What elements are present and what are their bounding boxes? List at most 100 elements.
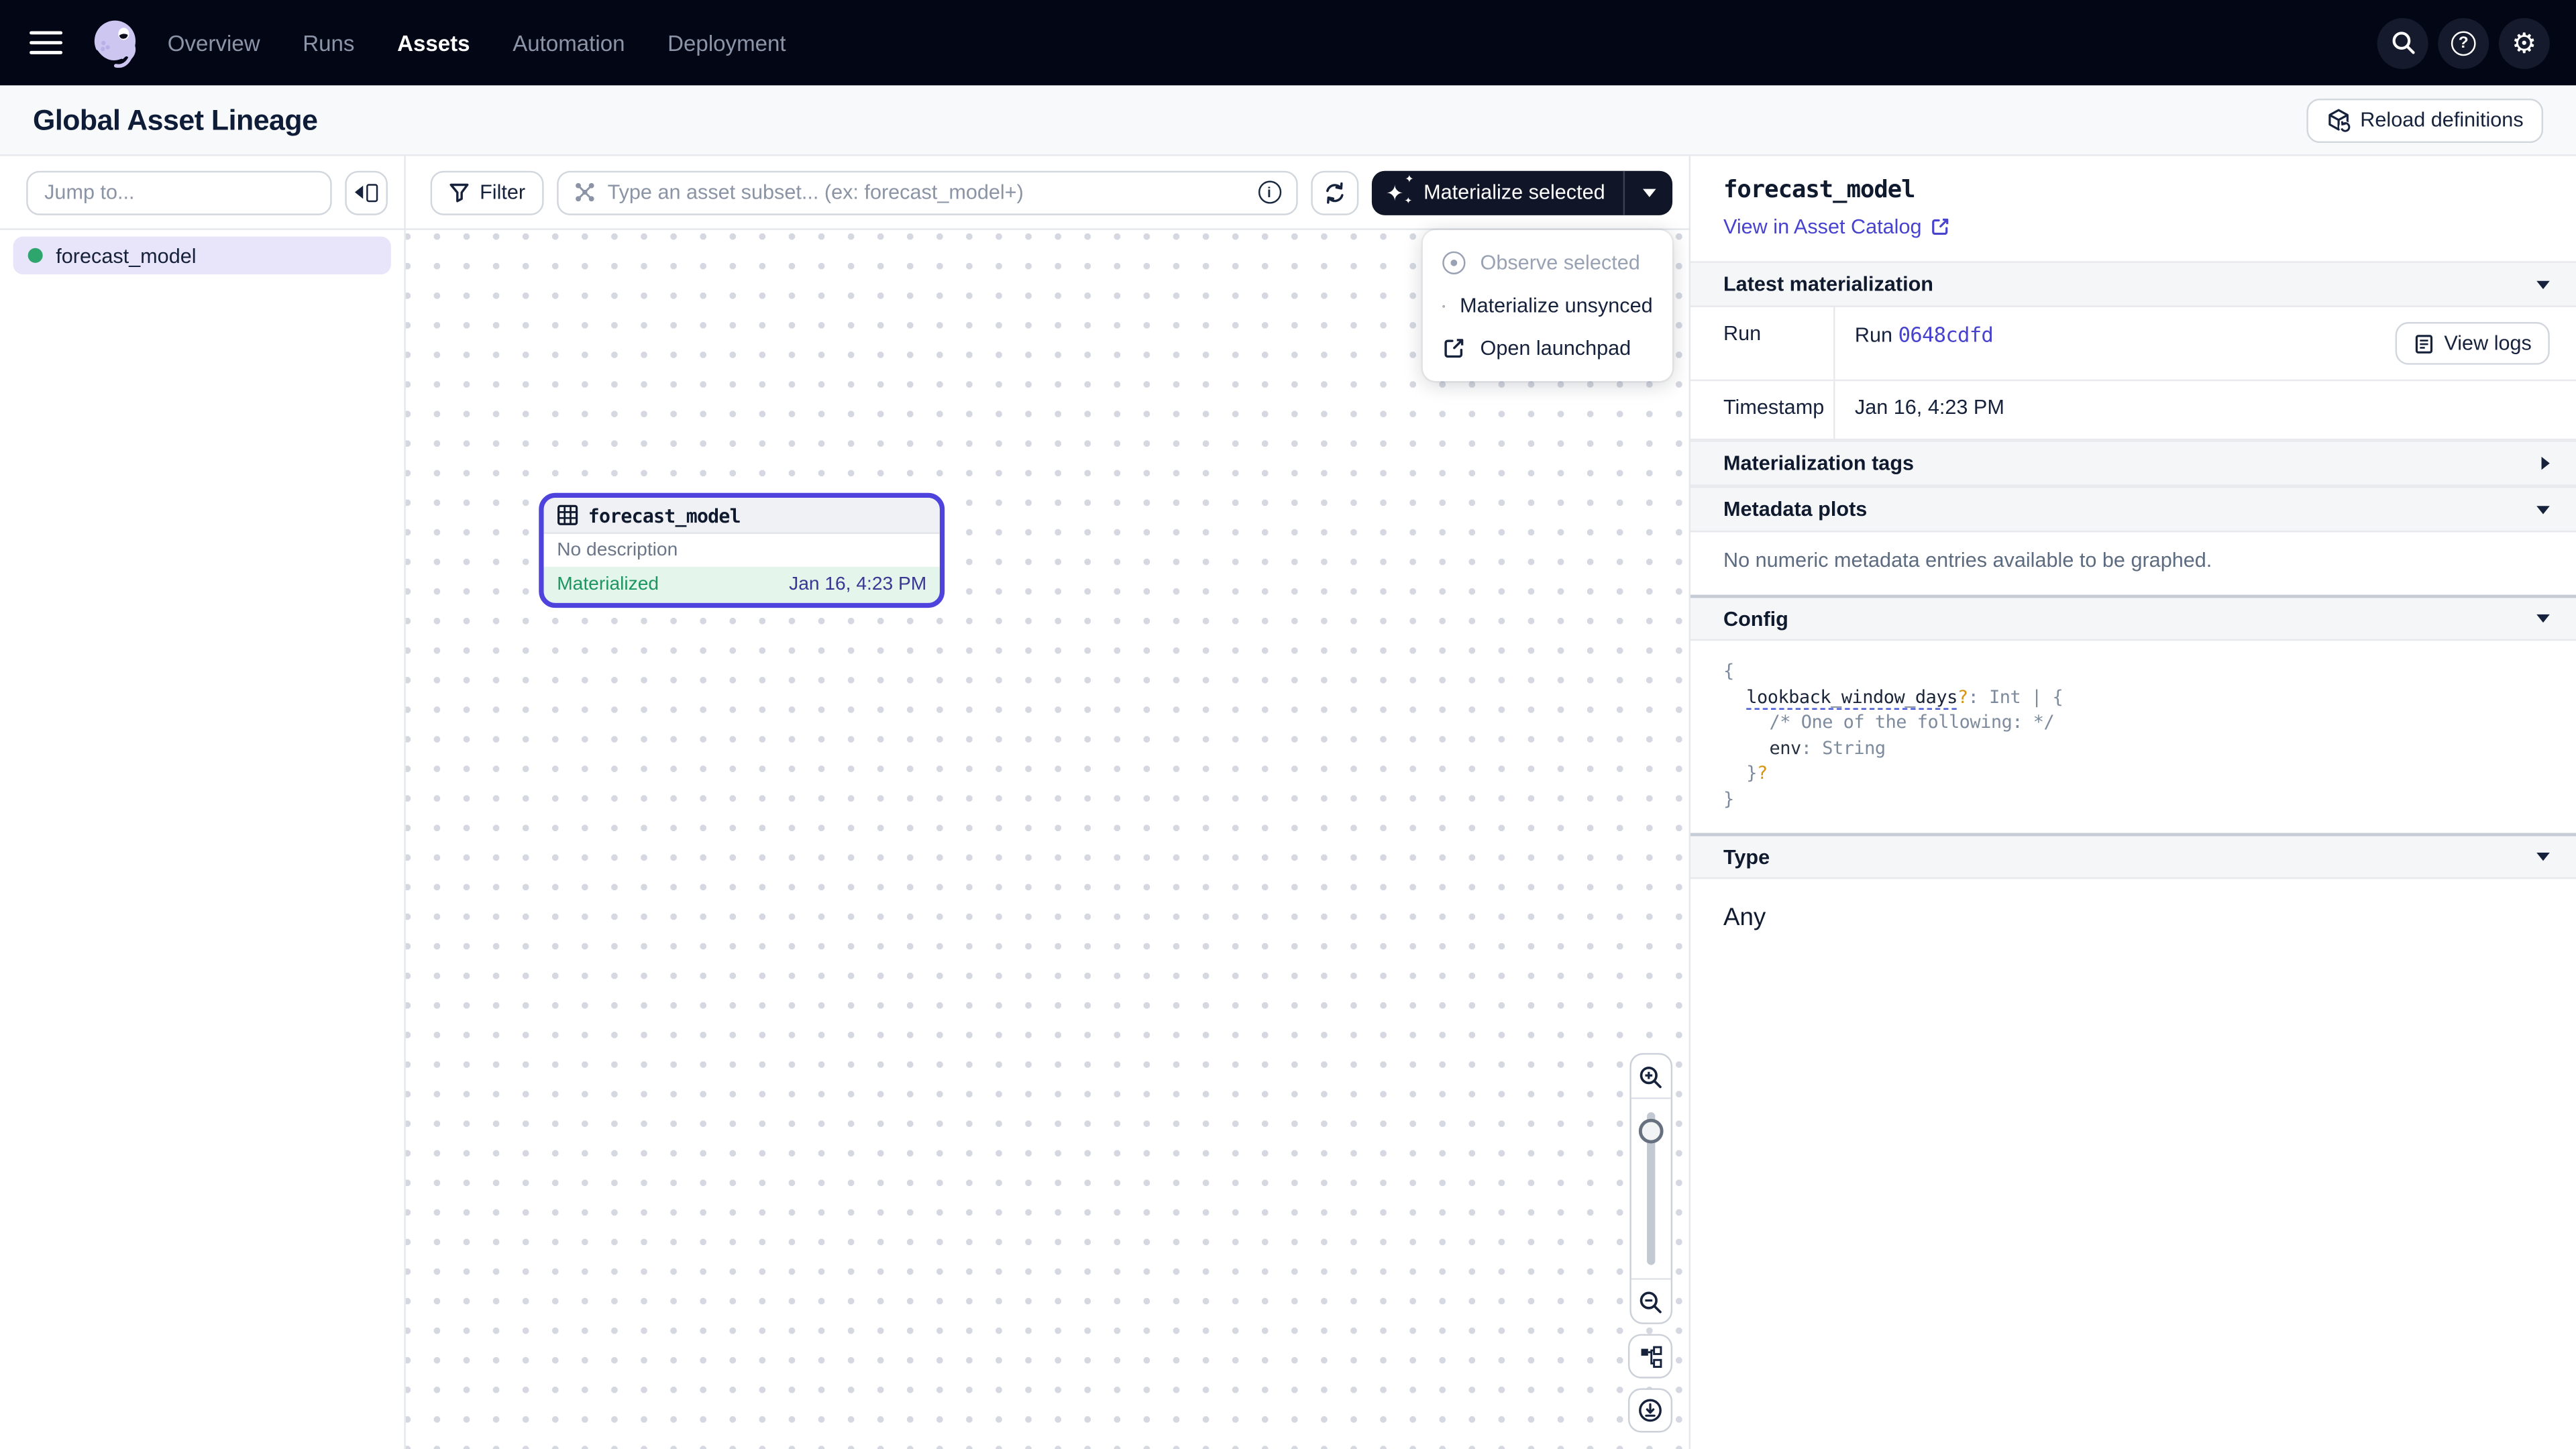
chevron-down-icon	[2536, 614, 2550, 623]
asset-subset-input[interactable]	[608, 180, 1246, 203]
asset-subset-searchbox: i	[557, 170, 1297, 214]
asset-graph-icon	[573, 180, 596, 203]
view-logs-button[interactable]: View logs	[2395, 322, 2550, 365]
settings-button[interactable]: ⚙	[2499, 17, 2550, 68]
run-row-label: Run	[1690, 307, 1835, 380]
materialize-dropdown-toggle[interactable]	[1625, 170, 1672, 214]
reload-cube-icon	[2326, 107, 2351, 132]
page-header: Global Asset Lineage Reload definitions	[0, 85, 2576, 156]
zoom-in-icon	[1638, 1064, 1663, 1089]
help-icon: ?	[2451, 30, 2476, 55]
lineage-canvas[interactable]: Filter i	[406, 156, 1689, 1449]
zoom-widget	[1629, 1053, 1672, 1324]
chevron-down-icon	[2536, 280, 2550, 288]
nav-item-deployment[interactable]: Deployment	[667, 30, 786, 55]
config-key[interactable]: lookback_window_days	[1746, 686, 1957, 707]
timestamp-row: Timestamp Jan 16, 4:23 PM	[1690, 381, 2576, 440]
config-code-block: { lookback_window_days?: Int | { /* One …	[1690, 641, 2576, 833]
view-in-asset-catalog-link[interactable]: View in Asset Catalog	[1723, 215, 1949, 238]
materialize-selected-button[interactable]: ✦ ✦ ✦ Materialize selected	[1371, 170, 1623, 214]
section-type[interactable]: Type	[1690, 833, 2576, 879]
panel-header: forecast_model View in Asset Catalog	[1690, 156, 2576, 262]
refresh-icon	[1322, 180, 1346, 205]
nav-actions: ? ⚙	[2377, 17, 2550, 68]
zoom-out-icon	[1638, 1289, 1663, 1313]
materialize-split-button: ✦ ✦ ✦ Materialize selected	[1371, 170, 1672, 214]
materialized-timestamp: Jan 16, 4:23 PM	[789, 575, 926, 594]
asset-node-title: forecast_model	[588, 504, 741, 527]
type-value: Any	[1690, 879, 2576, 956]
section-latest-materialization[interactable]: Latest materialization	[1690, 261, 2576, 307]
sidebar-item-forecast-model[interactable]: forecast_model	[13, 237, 391, 274]
nav-item-overview[interactable]: Overview	[168, 30, 260, 55]
observe-icon	[1442, 252, 1465, 274]
table-icon	[557, 504, 578, 526]
download-center-icon	[1638, 1398, 1663, 1423]
filter-funnel-icon	[449, 182, 470, 203]
search-icon	[2390, 30, 2416, 56]
zoom-in-button[interactable]	[1631, 1055, 1670, 1099]
sidebar-asset-list: forecast_model	[0, 230, 404, 281]
zoom-out-button[interactable]	[1631, 1278, 1670, 1322]
nav-item-runs[interactable]: Runs	[303, 30, 354, 55]
dagster-logo-icon[interactable]	[89, 16, 141, 68]
canvas-dot-grid[interactable]	[406, 230, 1689, 1449]
graph-layout-icon	[1639, 1344, 1662, 1367]
metadata-plots-empty-message: No numeric metadata entries available to…	[1690, 532, 2576, 594]
app-window: Overview Runs Assets Automation Deployme…	[0, 0, 2576, 1449]
run-row: Run Run 0648cdfd View logs	[1690, 307, 2576, 381]
refresh-button[interactable]	[1310, 170, 1358, 214]
asset-sidebar: forecast_model	[0, 156, 406, 1449]
zoom-slider[interactable]	[1631, 1099, 1670, 1278]
materialize-selected-label: Materialize selected	[1424, 180, 1605, 203]
reload-definitions-label: Reload definitions	[2360, 109, 2523, 131]
section-metadata-plots[interactable]: Metadata plots	[1690, 486, 2576, 533]
chevron-right-icon	[2542, 457, 2550, 470]
filter-label: Filter	[480, 180, 525, 203]
search-button[interactable]	[2377, 17, 2428, 68]
asset-status-dot	[28, 248, 43, 263]
primary-nav: Overview Runs Assets Automation Deployme…	[168, 30, 786, 55]
canvas-controls	[1628, 1053, 1672, 1433]
collapse-sidebar-button[interactable]	[345, 170, 388, 214]
nav-item-assets[interactable]: Assets	[397, 30, 470, 55]
sidebar-asset-label: forecast_model	[56, 244, 196, 267]
run-row-value: Run 0648cdfd	[1835, 307, 2395, 380]
run-id-link[interactable]: 0648cdfd	[1898, 322, 1994, 347]
recenter-button[interactable]	[1628, 1388, 1672, 1432]
materialize-sparkle-icon: ✦ ✦ ✦	[1387, 180, 1412, 205]
asset-node-description: No description	[544, 534, 940, 567]
chevron-down-icon	[1642, 188, 1656, 196]
section-materialization-tags[interactable]: Materialization tags	[1690, 440, 2576, 486]
top-nav: Overview Runs Assets Automation Deployme…	[0, 0, 2576, 85]
filter-button[interactable]: Filter	[431, 170, 543, 214]
asset-details-panel: forecast_model View in Asset Catalog Lat…	[1689, 156, 2576, 1449]
sidebar-search-row	[0, 156, 404, 230]
nav-item-automation[interactable]: Automation	[513, 30, 625, 55]
hamburger-menu-icon[interactable]	[30, 30, 62, 55]
gear-icon: ⚙	[2512, 29, 2536, 57]
arrange-layout-button[interactable]	[1628, 1334, 1672, 1379]
asset-node-forecast-model[interactable]: forecast_model No description Materializ…	[539, 493, 945, 608]
section-config[interactable]: Config	[1690, 595, 2576, 641]
help-button[interactable]: ?	[2438, 17, 2489, 68]
info-icon[interactable]: i	[1258, 180, 1281, 203]
materialized-badge: Materialized	[557, 575, 659, 594]
external-link-icon	[1442, 337, 1465, 360]
sync-icon	[1442, 293, 1445, 318]
jump-to-input[interactable]	[26, 170, 332, 214]
menu-item-materialize-unsynced[interactable]: Materialize unsynced	[1423, 284, 1672, 327]
external-link-icon	[1930, 217, 1949, 236]
materialize-dropdown-menu: Observe selected Materialize unsynced	[1423, 230, 1672, 381]
chevron-down-icon	[2536, 853, 2550, 861]
logs-icon	[2413, 333, 2434, 354]
asset-node-header: forecast_model	[544, 498, 940, 534]
panel-asset-title: forecast_model	[1723, 177, 2543, 203]
collapse-panel-icon	[355, 186, 363, 199]
reload-definitions-button[interactable]: Reload definitions	[2306, 98, 2543, 142]
chevron-down-icon	[2536, 505, 2550, 513]
lineage-toolbar: Filter i	[406, 156, 1689, 230]
menu-item-open-launchpad[interactable]: Open launchpad	[1423, 327, 1672, 370]
zoom-slider-handle[interactable]	[1638, 1119, 1663, 1144]
menu-item-observe-selected: Observe selected	[1423, 241, 1672, 284]
